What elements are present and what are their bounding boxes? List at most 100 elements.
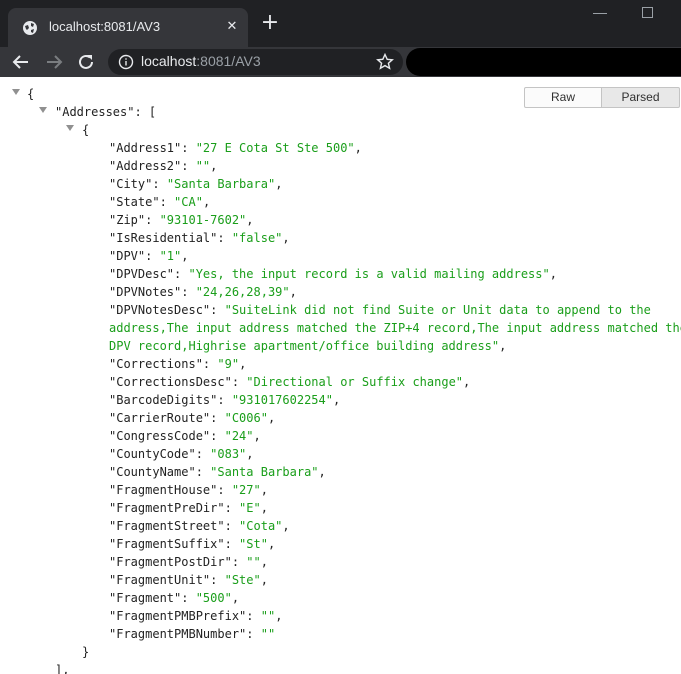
- json-field-line: "FragmentHouse": "27",: [109, 483, 268, 497]
- json-value: "083": [210, 447, 247, 461]
- json-value: "Yes, the input record is a valid mailin…: [188, 267, 550, 281]
- view-toggle: Raw Parsed: [524, 87, 681, 108]
- json-value: "24,26,28,39": [195, 285, 290, 299]
- json-field-line: "CorrectionsDesc": "Directional or Suffi…: [109, 375, 471, 389]
- url-host: localhost: [141, 53, 197, 69]
- close-icon[interactable]: ✕: [223, 18, 241, 36]
- browser-tab[interactable]: localhost:8081/AV3 ✕: [8, 8, 248, 47]
- parsed-button[interactable]: Parsed: [602, 87, 680, 108]
- json-value: "24": [224, 429, 254, 443]
- new-tab-icon[interactable]: +: [259, 12, 281, 34]
- tab-title: localhost:8081/AV3: [49, 19, 161, 34]
- json-key: "CongressCode": [109, 429, 211, 443]
- list-close-bracket: ],: [55, 663, 70, 674]
- json-value: "1": [159, 249, 182, 263]
- json-key: "FragmentPreDir": [109, 501, 225, 515]
- item-close-brace: }: [82, 645, 90, 659]
- json-field-line: "Address2": "",: [109, 159, 218, 173]
- json-key: "DPVDesc": [109, 267, 175, 281]
- json-value-continuation: DPV record,Highrise apartment/office bui…: [109, 339, 507, 353]
- collapse-arrow-icon[interactable]: [66, 125, 74, 131]
- json-key: "IsResidential": [109, 231, 218, 245]
- json-field-line: "FragmentUnit": "Ste",: [109, 573, 268, 587]
- json-key: "BarcodeDigits": [109, 393, 218, 407]
- json-value: "931017602254": [231, 393, 333, 407]
- json-key: "CarrierRoute": [109, 411, 211, 425]
- url-port-path: :8081/AV3: [196, 53, 261, 69]
- json-field-line: "DPV": "1",: [109, 249, 189, 263]
- json-value: "27 E Cota St Ste 500": [195, 141, 355, 155]
- json-key: "FragmentPostDir": [109, 555, 232, 569]
- json-field-line: "FragmentStreet": "Cota",: [109, 519, 290, 533]
- json-field-line: "BarcodeDigits": "931017602254",: [109, 393, 341, 407]
- json-value: "93101-7602": [159, 213, 247, 227]
- address-bar[interactable]: localhost:8081/AV3: [108, 49, 403, 75]
- tab-strip: localhost:8081/AV3 ✕ +: [0, 0, 681, 47]
- json-field-line: "CongressCode": "24",: [109, 429, 261, 443]
- json-field-line: "CountyCode": "083",: [109, 447, 254, 461]
- json-key: "City": [109, 177, 153, 191]
- json-key: "DPV": [109, 249, 146, 263]
- json-key: "CorrectionsDesc": [109, 375, 232, 389]
- json-key: "FragmentPMBPrefix": [109, 609, 247, 623]
- json-value: "SuiteLink did not find Suite or Unit da…: [224, 303, 651, 317]
- json-value: "Directional or Suffix change": [246, 375, 464, 389]
- json-value: "Ste": [224, 573, 261, 587]
- json-value: "": [246, 555, 261, 569]
- raw-button[interactable]: Raw: [524, 87, 602, 108]
- json-key: "FragmentHouse": [109, 483, 218, 497]
- json-key: "Corrections": [109, 357, 203, 371]
- forward-arrow-icon[interactable]: [42, 50, 66, 74]
- json-value: address,The input address matched the ZI…: [109, 321, 681, 335]
- json-key: "Addresses": [55, 105, 135, 119]
- json-value: "false": [231, 231, 283, 245]
- json-value: "27": [231, 483, 261, 497]
- json-key: "Zip": [109, 213, 146, 227]
- json-value: "Cota": [239, 519, 283, 533]
- json-value: "": [260, 609, 276, 623]
- item-open-brace: {: [82, 123, 90, 137]
- json-field-line: "FragmentPMBNumber": "": [109, 627, 276, 641]
- info-icon[interactable]: [118, 54, 134, 70]
- reload-icon[interactable]: [74, 50, 98, 74]
- star-icon[interactable]: [376, 53, 394, 71]
- json-field-line: "Zip": "93101-7602",: [109, 213, 254, 227]
- json-field-line: "DPVNotes": "24,26,28,39",: [109, 285, 297, 299]
- collapse-arrow-icon[interactable]: [39, 107, 47, 113]
- json-value-continuation: address,The input address matched the ZI…: [109, 319, 681, 337]
- json-value: "C006": [224, 411, 268, 425]
- json-key: "DPVNotesDesc": [109, 303, 211, 317]
- json-key: "Address2": [109, 159, 182, 173]
- json-value: "St": [239, 537, 268, 551]
- json-value: "Santa Barbara": [210, 465, 319, 479]
- json-value: "9": [217, 357, 240, 371]
- json-key: "State": [109, 195, 160, 209]
- json-field-line: "FragmentPMBPrefix": "",: [109, 609, 283, 623]
- root-open-brace: {: [27, 87, 35, 101]
- json-field-line: "Corrections": "9",: [109, 357, 247, 371]
- json-field-line: "Fragment": "500",: [109, 591, 240, 605]
- json-value: "CA": [174, 195, 203, 209]
- collapse-arrow-icon[interactable]: [12, 89, 20, 95]
- json-field-line: "DPVNotesDesc": "SuiteLink did not find …: [109, 303, 651, 317]
- json-value: "": [195, 159, 211, 173]
- json-key: "CountyName": [109, 465, 196, 479]
- maximize-icon[interactable]: [642, 7, 653, 18]
- back-arrow-icon[interactable]: [9, 50, 33, 74]
- minimize-icon[interactable]: [593, 13, 607, 14]
- json-field-line: "Address1": "27 E Cota St Ste 500",: [109, 141, 362, 155]
- globe-icon: [23, 21, 37, 35]
- json-viewer: Raw Parsed { "Addresses": [ { "Address1"…: [0, 77, 681, 674]
- json-key: "FragmentPMBNumber": [109, 627, 247, 641]
- json-key: "FragmentUnit": [109, 573, 211, 587]
- json-field-line: "IsResidential": "false",: [109, 231, 290, 245]
- json-field-line: "FragmentSuffix": "St",: [109, 537, 276, 551]
- json-field-line: "State": "CA",: [109, 195, 211, 209]
- json-field-line: "FragmentPostDir": "",: [109, 555, 268, 569]
- browser-toolbar: localhost:8081/AV3: [0, 47, 681, 77]
- json-field-line: "CarrierRoute": "C006",: [109, 411, 276, 425]
- json-key: "Fragment": [109, 591, 182, 605]
- redacted-area: [406, 48, 681, 76]
- json-key: "FragmentSuffix": [109, 537, 225, 551]
- json-key: "FragmentStreet": [109, 519, 225, 533]
